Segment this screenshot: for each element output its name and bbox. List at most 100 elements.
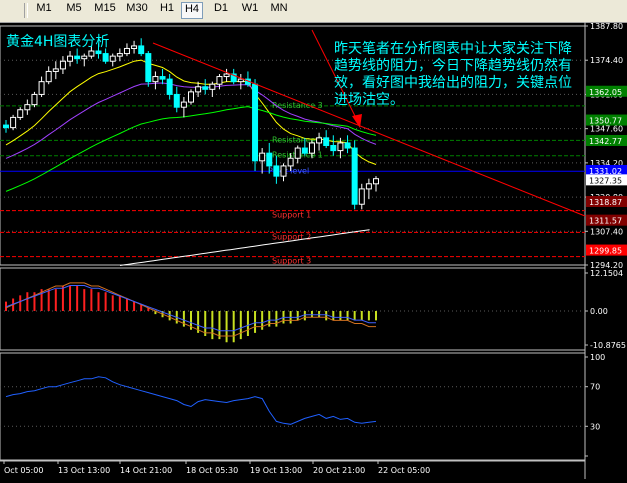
level-label-resistance-2: Resistance 2: [272, 135, 323, 144]
candle-body: [294, 147, 301, 159]
candle-body: [3, 124, 9, 129]
timeframe-button-d1[interactable]: D1: [208, 2, 234, 19]
macd-tick-label: -10.8765: [590, 341, 626, 350]
candle-body: [316, 137, 323, 144]
price-tick-label: 1347.60: [590, 125, 623, 134]
candle-body: [145, 53, 152, 83]
candle-body: [216, 76, 223, 85]
candle-body: [259, 152, 266, 162]
candle-body: [67, 55, 74, 62]
level-label-support-3: Support 3: [272, 257, 311, 266]
candle-body: [266, 152, 273, 167]
price-tag-label: 1327.35: [589, 176, 622, 185]
analysis-annotation-line: 趋势线的阻力，今日下降趋势线仍然有: [334, 57, 572, 74]
candle-body: [195, 86, 202, 93]
candle-body: [138, 45, 145, 55]
candle-body: [180, 101, 187, 108]
candle-body: [109, 55, 116, 62]
candle-body: [81, 55, 88, 60]
timeframe-toolbar: M1 M5 M15 M30 H1 H4 D1 W1 MN: [0, 0, 627, 23]
candle-body: [351, 147, 358, 205]
candle-body: [123, 47, 130, 55]
price-tag-label: 1299.85: [589, 247, 622, 256]
timeframe-button-m15[interactable]: M15: [90, 2, 120, 19]
time-tick-label: 22 Oct 05:00: [378, 466, 430, 475]
candle-body: [45, 70, 52, 83]
price-tag-label: 1342.77: [589, 137, 622, 146]
candle-body: [10, 116, 17, 129]
candle-body: [337, 142, 344, 152]
price-tick-label: 1307.40: [590, 227, 623, 236]
timeframe-button-h4[interactable]: H4: [181, 2, 203, 19]
candle-body: [287, 157, 294, 167]
candle-body: [74, 55, 81, 60]
price-tick-label: 1374.40: [590, 56, 623, 65]
ma-long-line: [119, 229, 370, 266]
timeframe-button-h1[interactable]: H1: [155, 2, 179, 19]
candle-body: [52, 68, 59, 72]
candle-body: [202, 86, 209, 90]
level-label-resistance-3: Resistance 3: [272, 101, 323, 110]
timeframe-button-mn[interactable]: MN: [265, 2, 293, 19]
candle-body: [308, 142, 315, 154]
analysis-annotation-line: 昨天笔者在分析图表中让大家关注下降: [334, 40, 572, 57]
candle-body: [131, 45, 138, 49]
candle-body: [188, 91, 194, 103]
timeframe-button-m30[interactable]: M30: [122, 2, 152, 19]
rsi-tick-label: 100: [590, 353, 605, 362]
ma-mid-line: [5, 106, 377, 192]
timeframe-button-w1[interactable]: W1: [237, 2, 263, 19]
candle-body: [166, 78, 173, 95]
candle-body: [365, 183, 372, 190]
time-tick-label: Oct 05:00: [4, 466, 43, 475]
rsi-panel: [0, 352, 586, 461]
candle-body: [152, 76, 159, 83]
candle-body: [38, 81, 45, 95]
timeframe-button-m5[interactable]: M5: [60, 2, 88, 19]
candle-body: [95, 50, 102, 55]
candle-body: [301, 147, 308, 154]
price-tick-label: 1387.80: [590, 22, 623, 31]
candle-body: [159, 76, 166, 80]
price-tag-label: 1350.77: [589, 117, 622, 126]
candle-body: [102, 53, 109, 62]
ma-fast-line: [5, 59, 377, 165]
candle-body: [59, 60, 66, 70]
level-label-support-1: Support 1: [272, 211, 311, 220]
candle-body: [24, 104, 31, 111]
chart-svg: 1387.801374.401361.001347.601334.201320.…: [0, 22, 627, 479]
candle-body: [323, 137, 330, 146]
candle-body: [358, 188, 365, 205]
time-tick-label: 20 Oct 21:00: [313, 466, 365, 475]
candle-body: [17, 109, 24, 118]
candle-body: [116, 53, 123, 57]
rsi-tick-label: 30: [590, 422, 600, 431]
candle-body: [237, 78, 244, 83]
candle-body: [344, 142, 351, 149]
time-tick-label: 13 Oct 13:00: [58, 466, 110, 475]
toolbar-separator: [24, 3, 28, 18]
candle-body: [252, 83, 259, 162]
candle-body: [88, 50, 95, 57]
rsi-line: [5, 376, 377, 425]
timeframe-button-m1[interactable]: M1: [30, 2, 58, 19]
candle-body: [223, 73, 230, 78]
macd-panel: [0, 267, 586, 351]
candle-body: [273, 165, 280, 177]
candle-body: [31, 93, 38, 106]
candle-body: [280, 165, 287, 177]
time-tick-label: 18 Oct 05:30: [186, 466, 238, 475]
time-tick-label: 19 Oct 13:00: [250, 466, 302, 475]
candle-body: [173, 93, 180, 108]
price-tag-label: 1311.57: [589, 217, 622, 226]
macd-tick-label: 12.1504: [590, 269, 623, 278]
time-tick-label: 14 Oct 21:00: [120, 466, 172, 475]
analysis-annotation-line: 进场沽空。: [334, 92, 404, 108]
candle-body: [209, 83, 216, 90]
price-tag-label: 1362.05: [589, 88, 622, 97]
candle-body: [373, 178, 379, 185]
level-label-support-2: Support 2: [272, 232, 311, 241]
chart-title: 黄金4H图表分析: [6, 33, 109, 50]
chart-area: 1387.801374.401361.001347.601334.201320.…: [0, 22, 627, 479]
price-tag-label: 1318.87: [589, 198, 622, 207]
